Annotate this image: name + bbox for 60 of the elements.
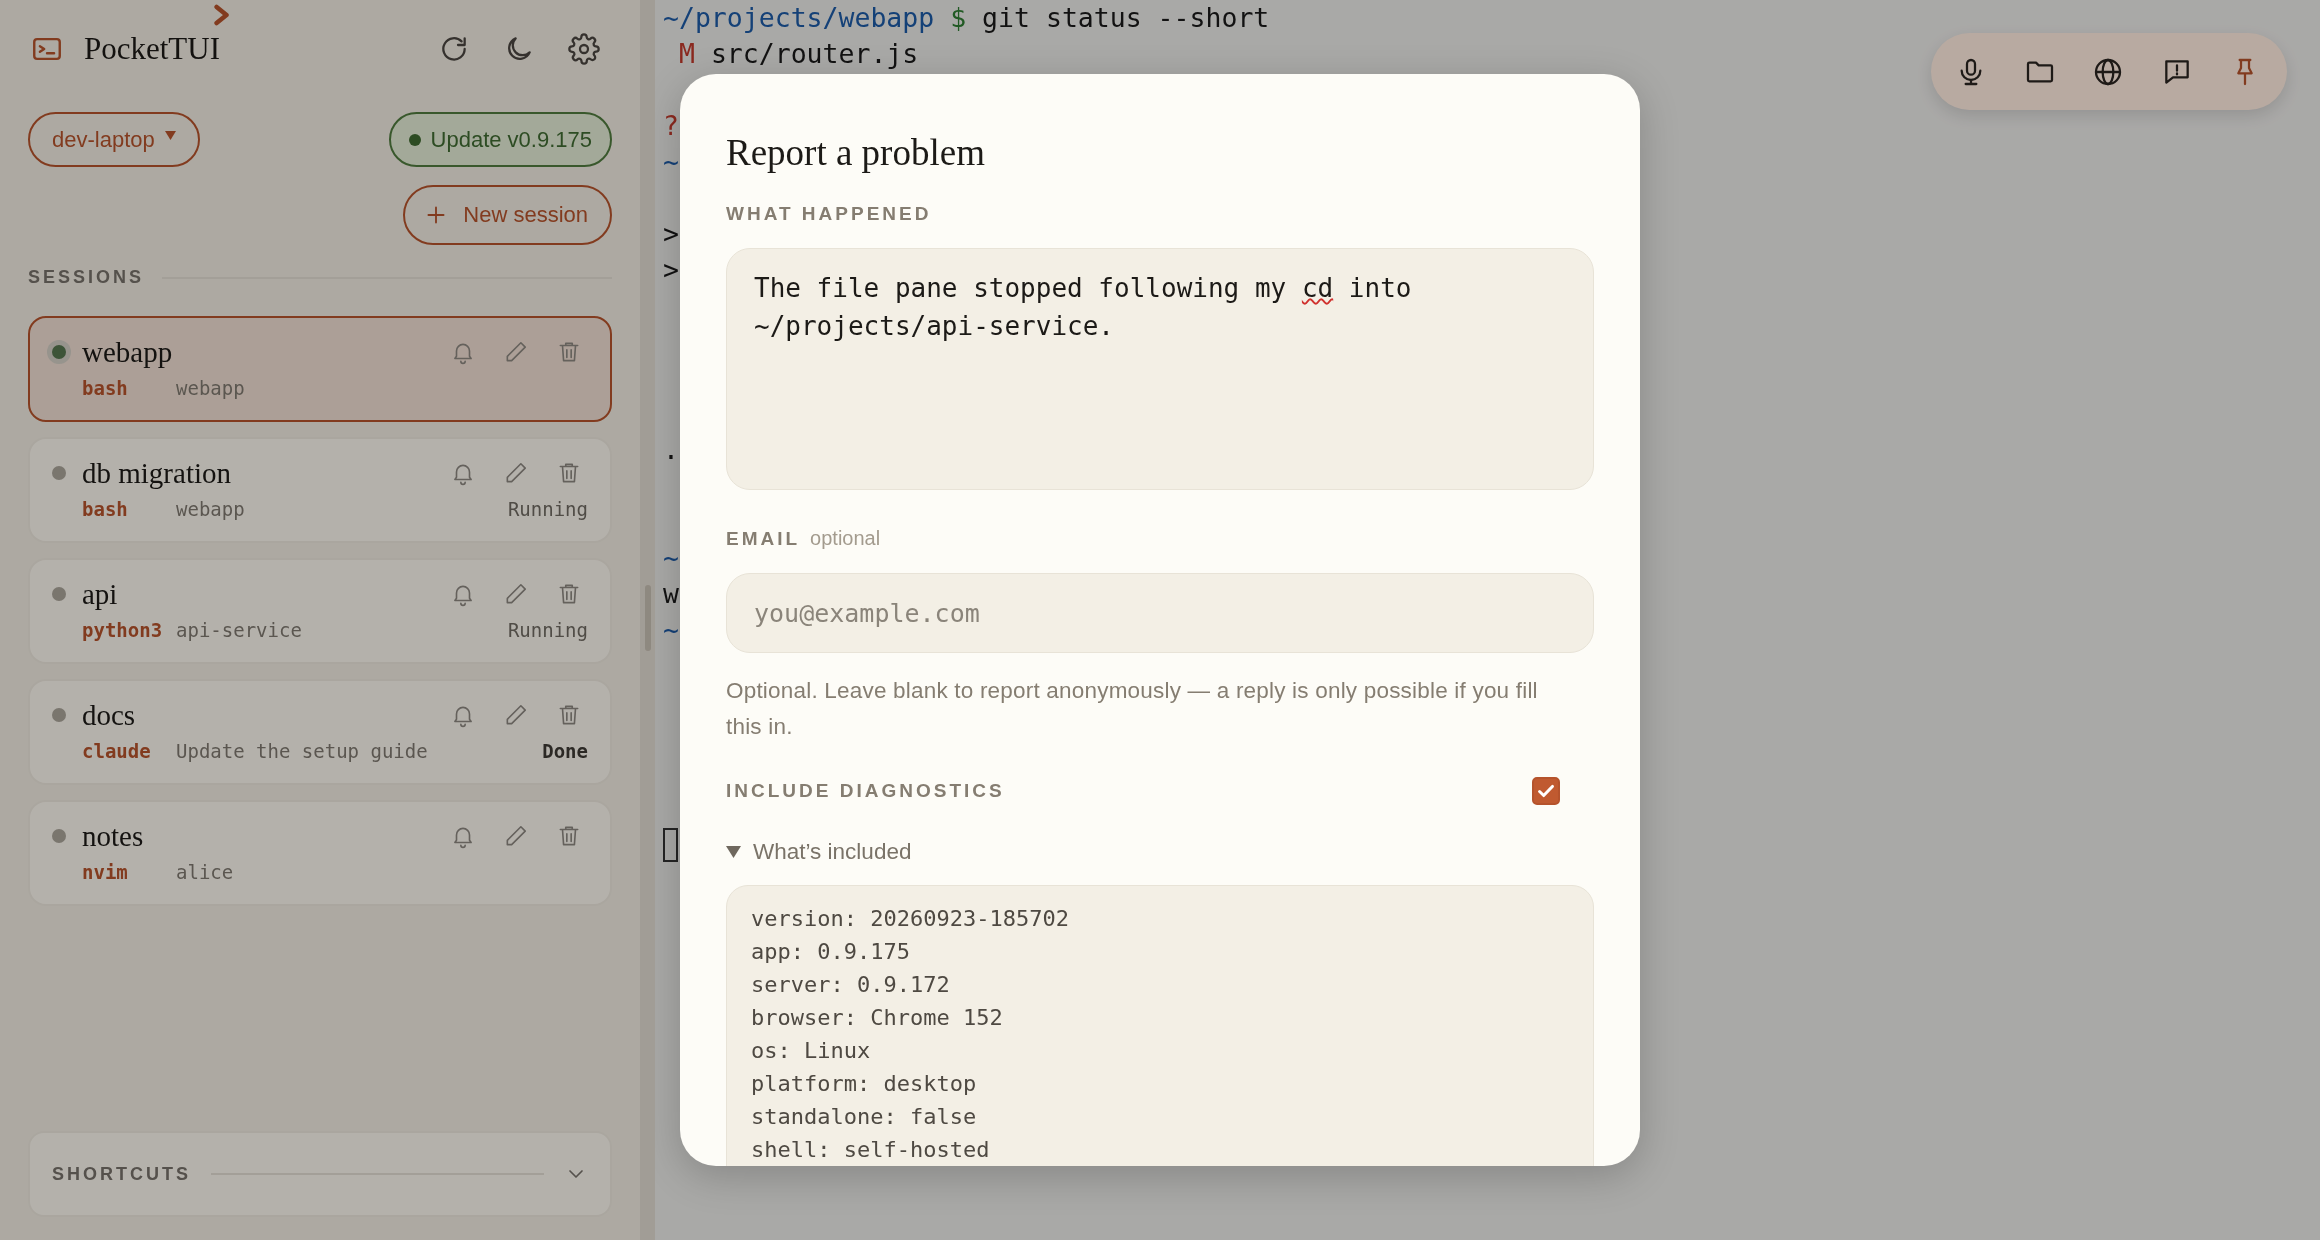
- diagnostics-line: shell: self-hosted: [751, 1136, 991, 1164]
- diagnostics-line: version: 20260923-185702: [751, 905, 1070, 933]
- description-field[interactable]: The file pane stopped following my cd into ~/projects/api-service.: [726, 248, 1594, 490]
- session-card[interactable]: docs claude Update the setup guide Done: [28, 679, 612, 785]
- session-directory: webapp: [176, 377, 246, 399]
- session-status: Running: [507, 619, 588, 641]
- terminal-line: M src/router.js: [677, 37, 919, 71]
- diagnostics-line: standalone: false: [751, 1103, 978, 1131]
- terminal-line: ~: [663, 541, 679, 575]
- update-button[interactable]: Update v0.9.175: [388, 112, 612, 167]
- help-text: Optional. Leave blank to report anonymously — a reply is only possible if you fill this in.: [726, 677, 1539, 741]
- session-card[interactable]: notes nvim alice: [28, 800, 612, 906]
- field-label: INCLUDE DIAGNOSTICS: [726, 780, 1005, 802]
- session-command: bash: [82, 377, 129, 399]
- terminal-line: >: [663, 217, 679, 251]
- terminal-line: >: [663, 253, 679, 287]
- session-name: webapp: [82, 335, 174, 369]
- terminal-line: ~: [663, 613, 679, 647]
- session-name: db migration: [82, 456, 232, 490]
- app-title: PocketTUI: [84, 31, 222, 67]
- session-command: nvim: [82, 861, 129, 883]
- optional-note: optional: [810, 526, 881, 550]
- session-status: Running: [507, 498, 588, 520]
- diagnostics-line: server: 0.9.172: [751, 971, 951, 999]
- diagnostics-line: os: Linux: [751, 1037, 872, 1065]
- session-status: Done: [542, 740, 588, 762]
- terminal-cursor: [663, 828, 678, 862]
- session-name: notes: [82, 819, 145, 853]
- session-name: api: [82, 577, 119, 611]
- session-directory: Update the setup guide: [176, 740, 429, 762]
- field-label: WHAT HAPPENED: [726, 202, 933, 226]
- session-directory: api-service: [176, 619, 303, 641]
- session-card[interactable]: db migration bash webapp Running: [28, 437, 612, 543]
- terminal-line: w: [663, 577, 679, 611]
- details-toggle[interactable]: What’s included: [726, 839, 1594, 865]
- dialog-title: Report a problem: [726, 131, 986, 175]
- session-card[interactable]: api python3 api-service Running: [28, 558, 612, 664]
- section-heading: SESSIONS: [28, 267, 145, 288]
- session-directory: alice: [176, 861, 235, 883]
- email-field[interactable]: you@example.com: [726, 573, 1594, 653]
- diagnostics-checkbox[interactable]: [1532, 777, 1560, 805]
- session-command: bash: [82, 498, 129, 520]
- diagnostics-line: app: 0.9.175: [751, 938, 911, 966]
- section-heading: SHORTCUTS: [52, 1163, 191, 1185]
- field-label: EMAIL: [726, 527, 801, 551]
- terminal-line: .: [663, 433, 679, 467]
- diagnostics-line: platform: desktop: [751, 1070, 978, 1098]
- settings-icon[interactable]: [568, 33, 600, 65]
- terminal-line: ~: [663, 145, 679, 179]
- session-directory: webapp: [176, 498, 246, 520]
- shortcuts-panel[interactable]: SHORTCUTS: [28, 1131, 612, 1217]
- terminal-line: ?: [663, 109, 679, 143]
- session-card[interactable]: webapp bash webapp: [28, 316, 612, 422]
- chevron-icon: [213, 4, 231, 26]
- diagnostics-line: browser: Chrome 152: [751, 1004, 1004, 1032]
- terminal-line: ~/projects/webapp $ git status --short: [663, 1, 1270, 35]
- caret-icon: [164, 131, 176, 140]
- session-command: python3: [82, 619, 164, 641]
- session-name: docs: [82, 698, 137, 732]
- session-command: claude: [82, 740, 152, 762]
